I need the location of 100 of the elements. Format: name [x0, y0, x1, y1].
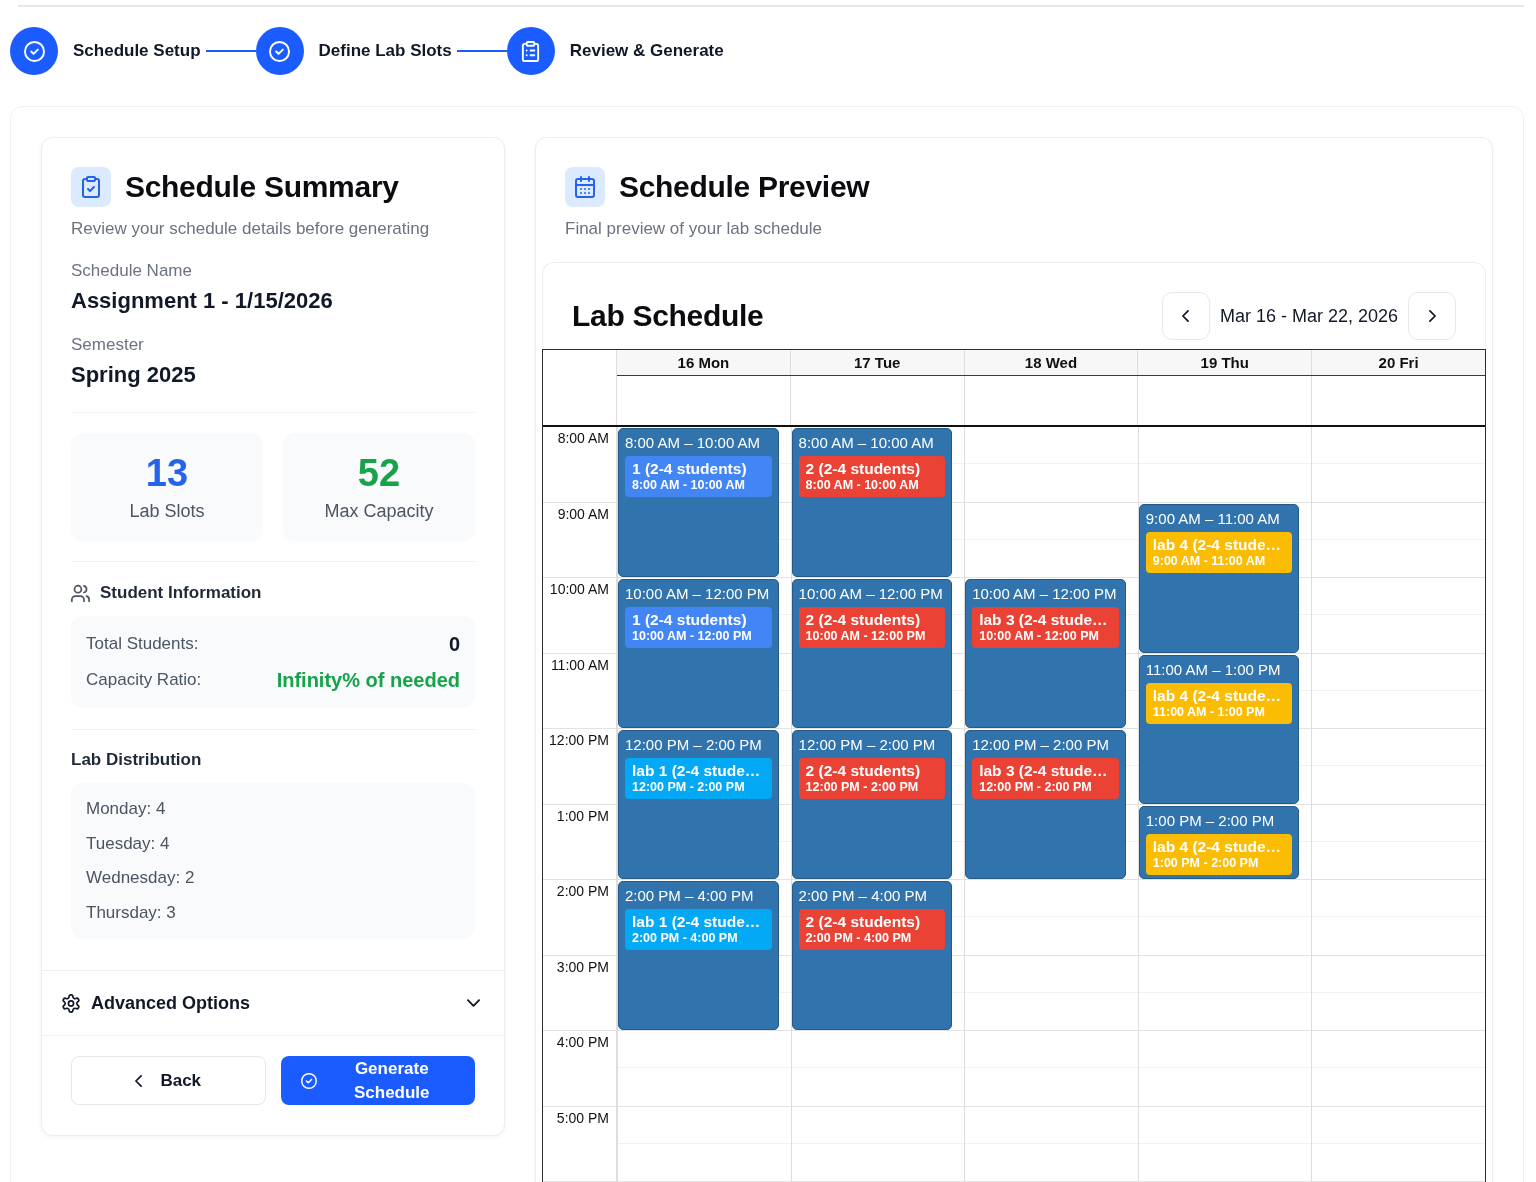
step-label: Review & Generate: [569, 41, 724, 61]
chip-title: lab 3 (2-4 stude…: [979, 761, 1109, 780]
event-time: 2:00 PM – 4:00 PM: [798, 886, 928, 906]
chip-time: 9:00 AM - 11:00 AM: [1152, 553, 1267, 569]
distribution-item: Wednesday: 2: [86, 867, 196, 889]
day-header: 20 Fri: [1311, 350, 1485, 375]
info-label: Total Students:: [86, 634, 199, 654]
stat-label: Lab Slots: [129, 500, 205, 523]
distribution-item: Thursday: 3: [86, 901, 177, 924]
event-time: 1:00 PM – 2:00 PM: [1145, 810, 1276, 831]
event-time: 9:00 AM – 11:00 AM: [1145, 508, 1281, 529]
previous-week-button[interactable]: [1161, 292, 1210, 340]
event-block[interactable]: 1:00 PM – 2:00 PM lab 4 (2-4 stude… 1:00 PM - 2:00 PM: [1138, 805, 1300, 879]
event-block[interactable]: 12:00 PM – 2:00 PM lab 1 (2-4 stude… 12:00 PM - 2:00 PM: [618, 730, 779, 879]
check-circle-icon: [300, 1072, 317, 1089]
chip-title: 1 (2-4 students): [632, 610, 748, 629]
generate-schedule-button[interactable]: Generate Schedule: [280, 1056, 475, 1105]
time-label: 5:00 PM: [555, 1108, 610, 1126]
calendar-title: Lab Schedule: [572, 299, 764, 333]
event-time: 12:00 PM – 2:00 PM: [798, 735, 937, 755]
time-label: 8:00 AM: [556, 429, 610, 446]
field-label: Schedule Name: [71, 260, 193, 282]
event-time: 10:00 AM – 12:00 PM: [625, 584, 771, 604]
event-time: 8:00 AM – 10:00 AM: [625, 433, 762, 453]
event-time: 12:00 PM – 2:00 PM: [972, 735, 1110, 755]
chip-time: 2:00 PM - 4:00 PM: [805, 931, 913, 946]
time-label: 9:00 AM: [556, 504, 610, 522]
card-subtitle: Final preview of your lab schedule: [565, 218, 824, 240]
clipboard-check-icon: [71, 167, 111, 207]
event-time: 10:00 AM – 12:00 PM: [798, 584, 944, 604]
users-icon: [71, 583, 90, 603]
event-block[interactable]: 10:00 AM – 12:00 PM 2 (2-4 students) 10:00 AM - 12:00 PM: [791, 579, 953, 728]
chip-time: 10:00 AM - 12:00 PM: [805, 629, 927, 644]
day-header: 18 Wed: [963, 350, 1138, 375]
chip-time: 11:00 AM - 1:00 PM: [1152, 704, 1266, 720]
event-block[interactable]: 8:00 AM – 10:00 AM 2 (2-4 students) 8:00 AM - 10:00 AM: [791, 428, 953, 577]
event-block[interactable]: 11:00 AM – 1:00 PM lab 4 (2-4 stude… 11:00 AM - 1:00 PM: [1138, 654, 1300, 804]
chip-title: 2 (2-4 students): [805, 761, 922, 780]
step-connector: [456, 50, 507, 52]
chip-title: lab 1 (2-4 stude…: [632, 912, 762, 931]
stat-value: 13: [145, 451, 189, 495]
chip-time: 10:00 AM - 12:00 PM: [979, 629, 1100, 644]
chip-title: 1 (2-4 students): [632, 459, 748, 478]
event-block[interactable]: 8:00 AM – 10:00 AM 1 (2-4 students) 8:00 AM - 10:00 AM: [618, 428, 779, 577]
step-label: Schedule Setup: [73, 41, 201, 61]
section-title: Student Information: [100, 582, 262, 604]
time-label: 4:00 PM: [555, 1033, 610, 1050]
day-header: 16 Mon: [617, 350, 790, 375]
chip-time: 8:00 AM - 10:00 AM: [632, 478, 746, 493]
date-range: Mar 16 - Mar 22, 2026: [1219, 305, 1398, 327]
chip-time: 12:00 PM - 2:00 PM: [632, 780, 746, 795]
chip-time: 12:00 PM - 2:00 PM: [805, 780, 920, 795]
event-block[interactable]: 10:00 AM – 12:00 PM lab 3 (2-4 stude… 10:00 AM - 12:00 PM: [965, 579, 1126, 728]
event-time: 8:00 AM – 10:00 AM: [798, 433, 935, 453]
event-block[interactable]: 2:00 PM – 4:00 PM 2 (2-4 students) 2:00 PM - 4:00 PM: [791, 881, 953, 1030]
card-title: Schedule Summary: [125, 170, 399, 204]
event-time: 10:00 AM – 12:00 PM: [972, 584, 1118, 604]
time-label: 12:00 PM: [548, 731, 610, 748]
chip-time: 10:00 AM - 12:00 PM: [632, 629, 753, 644]
card-subtitle: Review your schedule details before generating: [71, 218, 431, 240]
field-value: Spring 2025: [71, 361, 197, 389]
chip-title: lab 3 (2-4 stude…: [979, 610, 1109, 629]
field-value: Assignment 1 - 1/15/2026: [71, 287, 334, 315]
back-button[interactable]: Back: [71, 1056, 266, 1105]
day-header: 17 Tue: [789, 350, 964, 375]
next-week-button[interactable]: [1408, 292, 1456, 340]
info-label: Capacity Ratio:: [86, 670, 202, 690]
event-block[interactable]: 12:00 PM – 2:00 PM 2 (2-4 students) 12:00 PM - 2:00 PM: [791, 730, 953, 879]
distribution-item: Tuesday: 4: [86, 832, 171, 855]
event-time: 2:00 PM – 4:00 PM: [625, 886, 755, 906]
advanced-options-toggle[interactable]: Advanced Options: [42, 970, 504, 1036]
chip-title: lab 4 (2-4 stude…: [1152, 534, 1283, 554]
chip-time: 2:00 PM - 4:00 PM: [632, 931, 739, 946]
stat-label: Max Capacity: [324, 500, 434, 523]
chevron-right-icon: [1428, 310, 1436, 322]
info-value: 0: [448, 632, 460, 656]
section-title: Lab Distribution: [71, 749, 203, 771]
field-label: Semester: [71, 334, 145, 356]
time-label: 1:00 PM: [555, 806, 610, 824]
info-value: Infinity% of needed: [276, 668, 460, 692]
time-label: 3:00 PM: [555, 957, 610, 975]
event-block[interactable]: 9:00 AM – 11:00 AM lab 4 (2-4 stude… 9:00 AM - 11:00 AM: [1138, 503, 1300, 653]
event-block[interactable]: 12:00 PM – 2:00 PM lab 3 (2-4 stude… 12:00 PM - 2:00 PM: [965, 730, 1126, 879]
event-block[interactable]: 2:00 PM – 4:00 PM lab 1 (2-4 stude… 2:00 PM - 4:00 PM: [618, 881, 779, 1030]
time-label: 11:00 AM: [549, 655, 610, 673]
chip-time: 1:00 PM - 2:00 PM: [1152, 855, 1260, 871]
chip-title: lab 4 (2-4 stude…: [1152, 685, 1283, 705]
chevron-left-icon: [135, 1074, 143, 1087]
chevron-left-icon: [1182, 310, 1190, 322]
stat-value: 52: [357, 451, 401, 495]
chip-time: 8:00 AM - 10:00 AM: [805, 478, 920, 493]
settings-icon: [62, 993, 80, 1013]
chip-title: lab 4 (2-4 stude…: [1152, 836, 1283, 856]
step-label: Define Lab Slots: [318, 41, 452, 61]
chip-title: 2 (2-4 students): [805, 459, 922, 478]
time-label: 10:00 AM: [548, 580, 610, 597]
chip-time: 12:00 PM - 2:00 PM: [979, 780, 1093, 795]
calendar-icon: [565, 167, 605, 207]
chip-title: 2 (2-4 students): [805, 610, 922, 629]
event-block[interactable]: 10:00 AM – 12:00 PM 1 (2-4 students) 10:00 AM - 12:00 PM: [618, 579, 779, 728]
